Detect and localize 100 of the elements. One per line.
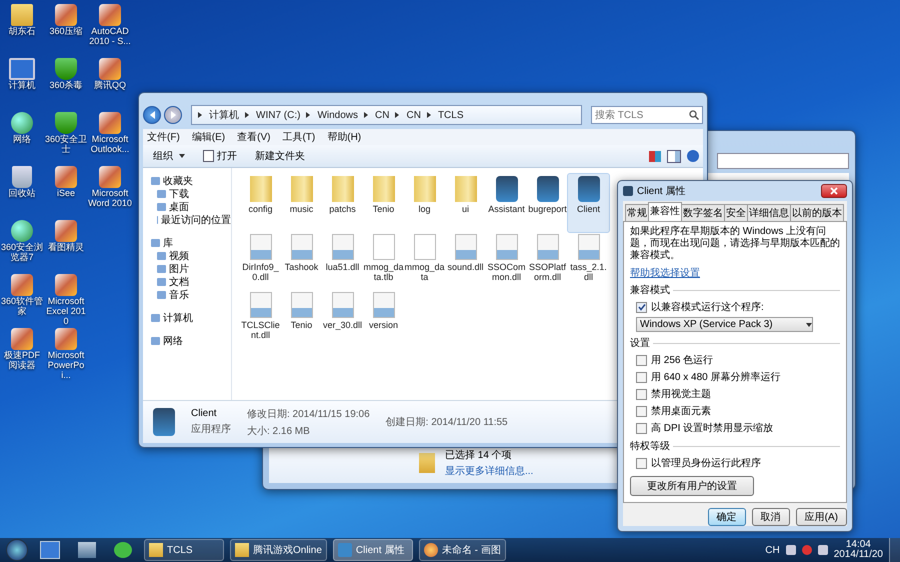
sidebar-item[interactable]: 桌面 [169,200,189,214]
sidebar-item[interactable]: 网络 [163,334,183,348]
file-item[interactable]: Client [568,174,609,232]
clock-date[interactable]: 2014/11/20 [834,550,883,560]
shortcut-icon[interactable] [11,274,33,296]
tab[interactable]: 兼容性 [648,202,682,221]
breadcrumb[interactable]: WIN7 (C:) [256,110,300,120]
shortcut-icon[interactable] [11,112,33,134]
desktop-icon-label[interactable]: Microsoft Excel 2010 [44,296,88,326]
checkbox[interactable] [636,388,647,400]
help-icon[interactable] [687,150,699,162]
checkbox-label[interactable]: 禁用视觉主题 [651,387,711,401]
file-item[interactable]: ver_30.dll [322,290,363,348]
checkbox-label[interactable]: 用 256 色运行 [651,353,714,367]
breadcrumb[interactable]: CN [375,110,390,120]
desktop-icon-label[interactable]: 360软件管家 [0,296,44,316]
desktop-icon-label[interactable]: 360压缩 [44,26,88,36]
checkbox-label[interactable]: 以兼容模式运行这个程序: [651,300,764,314]
menu-item[interactable]: 查看(V) [237,130,270,144]
shortcut-icon[interactable] [9,58,35,80]
desktop-icon-label[interactable]: 看图精灵 [44,242,88,252]
desktop-icon-label[interactable]: Microsoft PowerPoi... [44,350,88,380]
desktop-icon-label[interactable]: 极速PDF阅读器 [0,350,44,370]
file-item[interactable]: SSOPlatform.dll [527,232,568,290]
file-item[interactable]: Tashook [281,232,322,290]
desktop-icon-label[interactable]: 360安全卫士 [44,134,88,154]
view-icon[interactable] [649,150,661,162]
dialog-button[interactable]: 确定 [708,508,746,526]
file-item[interactable]: Tenio [363,174,404,232]
sidebar-item[interactable]: 图片 [169,262,189,276]
file-item[interactable]: DirInfo9_0.dll [240,232,281,290]
dialog-button[interactable]: 应用(A) [796,508,847,526]
checkbox[interactable] [636,458,647,468]
file-item[interactable]: Assistant [486,174,527,232]
desktop-icon-label[interactable]: 网络 [0,134,44,144]
sidebar-item[interactable]: 下载 [169,186,189,200]
desktop-icon-label[interactable]: Microsoft Word 2010 [88,188,132,208]
checkbox-label[interactable]: 禁用桌面元素 [651,404,711,418]
taskbar-button[interactable]: Client 属性 [332,539,413,561]
sidebar-item[interactable]: 最近访问的位置 [161,212,231,226]
shortcut-icon[interactable] [55,274,77,296]
show-desktop-button[interactable] [889,538,900,562]
tab[interactable]: 以前的版本 [790,204,844,221]
checkbox[interactable] [636,372,647,382]
file-item[interactable]: config [240,174,281,232]
checkbox[interactable] [636,406,647,416]
tab[interactable]: 数字签名 [681,204,725,221]
file-item[interactable]: mmog_data.tlb [363,232,404,290]
file-item[interactable]: SSOCommon.dll [486,232,527,290]
shortcut-icon[interactable] [55,166,77,188]
refresh-icon[interactable] [114,542,132,558]
search-field[interactable]: 搜索 TCLS [591,106,703,124]
menu-item[interactable]: 编辑(E) [192,130,226,144]
checkbox-label[interactable]: 以管理员身份运行此程序 [651,456,761,470]
window-switch-icon[interactable] [78,542,96,558]
tray-icon[interactable] [818,545,828,555]
breadcrumb[interactable]: TCLS [438,110,464,120]
file-item[interactable]: log [404,174,445,232]
file-item[interactable]: tass_2.1.dll [568,232,609,290]
desktop-icon-label[interactable]: Microsoft Outlook... [88,134,132,154]
sidebar-item[interactable]: 库 [163,236,173,250]
desktop-icon-label[interactable]: 胡东石 [0,26,44,36]
shortcut-icon[interactable] [99,112,121,134]
shortcut-icon[interactable] [55,328,77,350]
back-button[interactable] [143,106,161,124]
desktop-icon[interactable] [40,541,60,559]
desktop-icon-label[interactable]: iSee [44,188,88,198]
breadcrumb[interactable]: Windows [317,110,358,120]
all-users-button[interactable]: 更改所有用户的设置 [630,476,754,496]
desktop-icon-label[interactable]: 360杀毒 [44,80,88,90]
shortcut-icon[interactable] [99,58,121,80]
toolbar-button[interactable]: 新建文件夹 [249,147,311,165]
shortcut-icon[interactable] [55,220,77,242]
tab[interactable]: 常规 [625,204,649,221]
desktop-icon-label[interactable]: 腾讯QQ [88,80,132,90]
checkbox-label[interactable]: 用 640 x 480 屏幕分辨率运行 [651,370,780,384]
sidebar-item[interactable]: 计算机 [163,310,193,324]
checkbox[interactable] [636,422,647,434]
file-item[interactable]: music [281,174,322,232]
shortcut-icon[interactable] [55,112,77,134]
file-item[interactable]: version [363,290,404,348]
sidebar-item[interactable]: 文档 [169,274,189,288]
shortcut-icon[interactable] [12,166,32,188]
sidebar-item[interactable]: 音乐 [169,288,189,302]
sidebar-item[interactable]: 收藏夹 [163,174,193,188]
dialog-button[interactable]: 取消 [752,508,790,526]
shortcut-icon[interactable] [99,166,121,188]
file-item[interactable]: bugreport [527,174,568,232]
shortcut-icon[interactable] [55,4,77,26]
dropdown[interactable]: Windows XP (Service Pack 3) [636,317,813,332]
start-button[interactable] [6,539,28,561]
clock-time[interactable]: 14:04 [846,540,871,550]
toolbar-button[interactable]: 打开 [197,147,243,165]
checkbox[interactable] [636,354,647,366]
search-field[interactable] [717,153,849,169]
desktop-icon-label[interactable]: 360安全浏览器7 [0,242,44,262]
checkbox-label[interactable]: 高 DPI 设置时禁用显示缩放 [651,421,774,435]
toolbar-button[interactable]: 组织 [147,147,191,165]
shortcut-icon[interactable] [55,58,77,80]
sidebar-item[interactable]: 视频 [169,248,189,262]
